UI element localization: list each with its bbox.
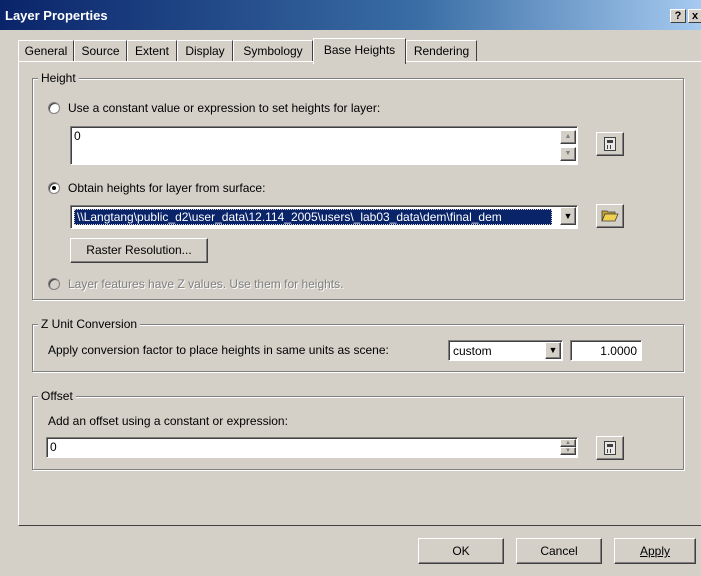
open-folder-icon — [601, 210, 619, 222]
tab-source[interactable]: Source — [74, 40, 127, 62]
tab-general[interactable]: General — [18, 40, 74, 62]
tab-base-heights[interactable]: Base Heights — [313, 38, 406, 64]
unit-select[interactable]: custom ▼ — [448, 340, 563, 361]
title-bar: Layer Properties ? x — [0, 0, 701, 30]
radio-constant[interactable] — [48, 102, 60, 114]
tab-display[interactable]: Display — [177, 40, 233, 62]
apply-button[interactable]: Apply — [614, 538, 696, 564]
triangle-down-icon[interactable]: ▼ — [545, 342, 561, 359]
height-group-legend: Height — [38, 71, 79, 85]
surface-path: \\Langtang\public_d2\user_data\12.114_20… — [77, 210, 502, 224]
radio-z-values-label[interactable]: Layer features have Z values. Use them f… — [68, 277, 343, 291]
help-button[interactable]: ? — [670, 9, 686, 23]
z-unit-group-legend: Z Unit Conversion — [38, 317, 141, 331]
z-unit-label: Apply conversion factor to place heights… — [48, 343, 389, 357]
offset-group — [32, 396, 684, 470]
window-title: Layer Properties — [5, 8, 108, 23]
calculator-icon — [604, 137, 616, 151]
offset-field[interactable]: 0 ▲ ▼ — [46, 437, 578, 458]
tab-extent[interactable]: Extent — [127, 40, 177, 62]
expression-builder-button[interactable] — [596, 132, 624, 156]
offset-value: 0 — [50, 440, 57, 454]
radio-surface[interactable] — [48, 182, 60, 194]
radio-surface-label[interactable]: Obtain heights for layer from surface: — [68, 181, 265, 195]
conversion-factor-field[interactable]: 1.0000 — [570, 340, 642, 361]
conversion-factor-value: 1.0000 — [600, 344, 637, 358]
offset-label: Add an offset using a constant or expres… — [48, 414, 288, 428]
spinner-up-icon[interactable]: ▲ — [560, 439, 576, 447]
triangle-down-icon[interactable]: ▼ — [560, 207, 576, 225]
surface-select[interactable]: \\Langtang\public_d2\user_data\12.114_20… — [70, 205, 578, 229]
constant-expression-value: 0 — [74, 129, 81, 143]
spinner-down-icon[interactable]: ▼ — [560, 147, 576, 161]
constant-expression-field[interactable]: 0 ▲ ▼ — [70, 126, 578, 165]
tab-rendering[interactable]: Rendering — [406, 40, 477, 62]
ok-button[interactable]: OK — [418, 538, 504, 564]
close-button[interactable]: x — [688, 9, 701, 23]
radio-z-values[interactable] — [48, 278, 60, 290]
offset-group-legend: Offset — [38, 389, 76, 403]
browse-button[interactable] — [596, 204, 624, 228]
raster-resolution-button[interactable]: Raster Resolution... — [70, 238, 208, 263]
spinner-down-icon[interactable]: ▼ — [560, 447, 576, 455]
radio-constant-label[interactable]: Use a constant value or expression to se… — [68, 101, 380, 115]
unit-select-value: custom — [453, 344, 492, 358]
spinner-up-icon[interactable]: ▲ — [560, 130, 576, 144]
tab-symbology[interactable]: Symbology — [233, 40, 313, 62]
calculator-icon — [604, 441, 616, 455]
cancel-button[interactable]: Cancel — [516, 538, 602, 564]
offset-expression-button[interactable] — [596, 436, 624, 460]
